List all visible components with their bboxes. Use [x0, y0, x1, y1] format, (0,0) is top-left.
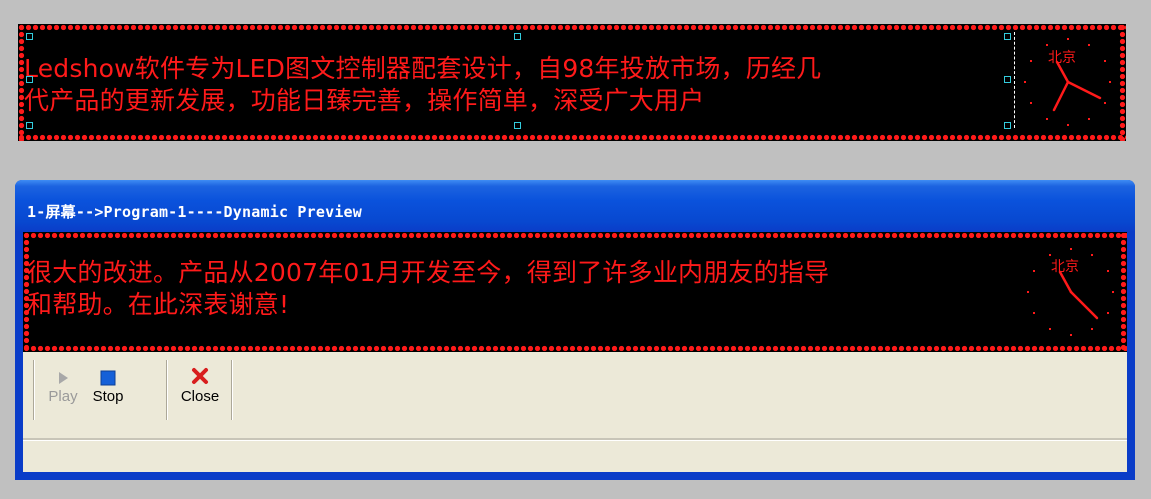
led-border-bottom [23, 345, 1127, 352]
resize-handle-tr[interactable] [1004, 33, 1011, 40]
preview-toolbar: Play Stop Close [23, 352, 1127, 438]
stop-label: Stop [92, 388, 124, 405]
led-clock[interactable]: 北京 [1018, 32, 1118, 132]
led-preview-text-line-1: 很大的改进。产品从2007年01月开发至今，得到了许多业内朋友的指导 [27, 258, 830, 287]
resize-handle-br[interactable] [1004, 122, 1011, 129]
window-title: 1-屏幕-->Program-1----Dynamic Preview [27, 203, 363, 221]
led-border-right [1119, 24, 1126, 141]
stop-icon [100, 370, 116, 386]
led-preview-clock: 北京 [1021, 242, 1121, 342]
resize-handle-tm[interactable] [514, 33, 521, 40]
led-preview-screen: 很大的改进。产品从2007年01月开发至今，得到了许多业内朋友的指导 和帮助。在… [23, 232, 1127, 352]
clock-face-icon [1024, 38, 1111, 126]
status-bar [23, 438, 1127, 472]
led-border-right [1120, 232, 1127, 352]
clock-face-icon [1027, 248, 1114, 336]
led-screen-editor[interactable]: Ledshow软件专为LED图文控制器配套设计，自98年投放市场，历经几 代产品… [18, 24, 1126, 141]
led-border-bottom [18, 134, 1126, 141]
resize-handle-ml[interactable] [26, 76, 33, 83]
selection-divider [1014, 32, 1015, 128]
led-border-top [18, 24, 1126, 31]
toolbar-separator [166, 360, 168, 420]
close-label: Close [180, 388, 220, 405]
resize-handle-tl[interactable] [26, 33, 33, 40]
close-icon [192, 368, 208, 384]
dynamic-preview-window[interactable]: 1-屏幕-->Program-1----Dynamic Preview 很大的改… [15, 180, 1135, 480]
play-button[interactable]: Play [45, 358, 81, 420]
resize-handle-bm[interactable] [514, 122, 521, 129]
toolbar-separator [231, 360, 233, 420]
play-label: Play [48, 388, 78, 405]
stop-button[interactable]: Stop [85, 358, 131, 420]
window-titlebar[interactable]: 1-屏幕-->Program-1----Dynamic Preview [15, 180, 1135, 232]
resize-handle-bl[interactable] [26, 122, 33, 129]
led-border-top [23, 232, 1127, 239]
led-preview-text-line-2: 和帮助。在此深表谢意! [27, 290, 290, 319]
play-icon [59, 372, 68, 384]
toolbar-separator [33, 360, 35, 420]
resize-handle-mr[interactable] [1004, 76, 1011, 83]
close-button[interactable]: Close [175, 358, 225, 420]
led-text-line-1: Ledshow软件专为LED图文控制器配套设计，自98年投放市场，历经几 [24, 54, 822, 83]
led-text-line-2: 代产品的更新发展，功能日臻完善，操作简单，深受广大用户 [24, 86, 705, 115]
